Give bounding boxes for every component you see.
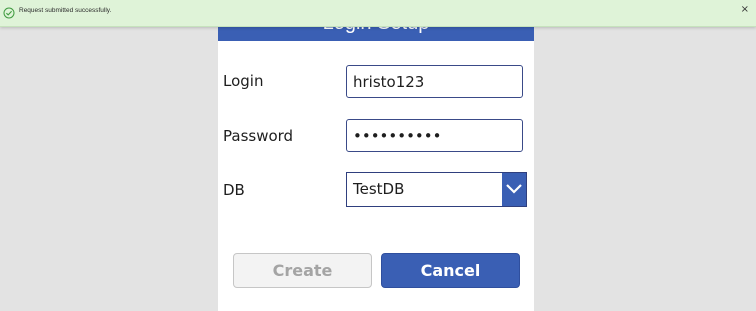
- check-circle-icon: [3, 7, 15, 19]
- login-form-panel: Login Setup Login Password DB TestDB Cre…: [218, 0, 534, 311]
- db-label: DB: [223, 181, 245, 199]
- close-icon[interactable]: ×: [741, 5, 749, 15]
- cancel-button[interactable]: Cancel: [381, 253, 520, 288]
- password-label: Password: [223, 127, 294, 145]
- login-label: Login: [223, 72, 264, 90]
- notification-message: Request submitted successfully.: [19, 7, 112, 14]
- dropdown-toggle[interactable]: [502, 173, 526, 206]
- db-selected-value: TestDB: [353, 180, 405, 198]
- create-button[interactable]: Create: [233, 253, 372, 288]
- db-select[interactable]: TestDB: [346, 172, 527, 207]
- password-input[interactable]: [346, 119, 523, 152]
- login-input[interactable]: [346, 65, 523, 98]
- chevron-down-icon: [506, 184, 522, 194]
- notification-banner: Request submitted successfully. ×: [0, 0, 756, 27]
